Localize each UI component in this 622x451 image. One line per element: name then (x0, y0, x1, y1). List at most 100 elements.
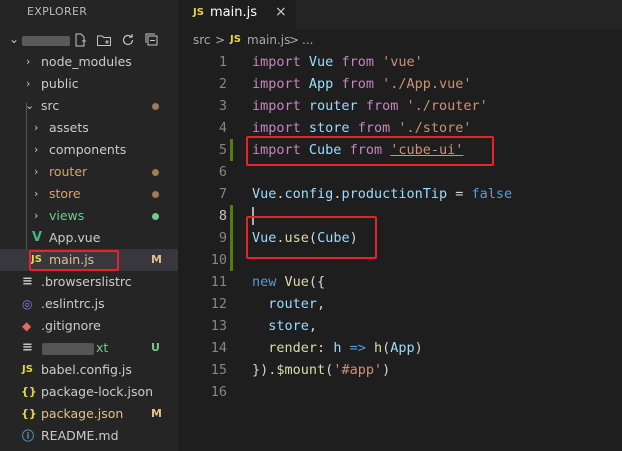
tree-item-readme[interactable]: ⓘ README.md (0, 425, 178, 447)
code-token: import (252, 120, 301, 136)
code-text: }).$mount('#app') (252, 359, 390, 381)
tab-label: main.js (210, 5, 257, 20)
code-line[interactable]: 16 (178, 381, 622, 403)
code-token: false (471, 186, 513, 202)
tree-item-label: xt (96, 340, 109, 355)
code-token: from (341, 54, 374, 70)
tree-item-label: assets (49, 120, 89, 135)
tree-item-package-lock[interactable]: {} package-lock.json (0, 381, 178, 403)
tree-item-redacted-text-file[interactable]: ≡ xt U (0, 337, 178, 359)
breadcrumb-more[interactable]: ... (302, 33, 313, 47)
list-file-icon: ≡ (22, 274, 33, 289)
js-file-icon: JS (22, 364, 33, 375)
code-line[interactable]: 13 store, (178, 315, 622, 337)
code-text: import App from './App.vue' (252, 73, 472, 95)
tree-item-label: components (49, 142, 127, 157)
code-line[interactable]: 10 (178, 249, 622, 271)
tree-item-package-json[interactable]: {} package.json M (0, 403, 178, 425)
line-number: 3 (218, 98, 227, 114)
code-token: render (268, 340, 318, 356)
code-line[interactable]: 3 import router from './router' (178, 95, 622, 117)
explorer-sidebar: EXPLORER ⌄ › node_modules › public ⌄ src… (0, 0, 178, 451)
code-token: ) (382, 362, 391, 378)
collapse-all-icon[interactable] (144, 32, 160, 48)
line-number: 12 (210, 296, 227, 312)
chevron-down-icon[interactable]: ⌄ (9, 32, 19, 46)
code-token: './App.vue' (382, 76, 472, 92)
code-token: => (349, 340, 366, 356)
breadcrumb-file[interactable]: main.js (247, 33, 290, 47)
code-line[interactable]: 8 (178, 205, 622, 227)
highlight-box-vue-use (246, 216, 377, 259)
tree-item-store[interactable]: › store (0, 183, 178, 205)
tree-item-router[interactable]: › router (0, 161, 178, 183)
code-text: new Vue({ (252, 271, 325, 293)
json-file-icon: {} (21, 407, 37, 420)
untracked-badge: U (151, 341, 160, 354)
chevron-right-icon: › (34, 121, 39, 134)
code-token: from (365, 98, 399, 114)
line-number: 16 (210, 384, 227, 400)
line-number: 13 (210, 318, 227, 334)
git-modified-gutter-marker (230, 227, 233, 249)
tree-item-label: .browserslistrc (41, 274, 132, 289)
code-token: config (284, 186, 334, 202)
tree-item-views[interactable]: › views (0, 205, 178, 227)
code-line[interactable]: 2 import App from './App.vue' (178, 73, 622, 95)
close-icon[interactable]: × (275, 4, 287, 20)
tree-item-gitignore[interactable]: ◆ .gitignore (0, 315, 178, 337)
code-line[interactable]: 1 import Vue from 'vue' (178, 51, 622, 73)
project-header[interactable]: ⌄ (0, 31, 178, 51)
tree-item-components[interactable]: › components (0, 139, 178, 161)
code-line[interactable]: 14 render: h => h(App) (178, 337, 622, 359)
new-file-icon[interactable] (72, 32, 88, 48)
tab-main-js[interactable]: JS main.js × (178, 0, 296, 29)
tree-item-label: store (49, 186, 81, 201)
breadcrumb: src > JS main.js > ... (178, 31, 622, 51)
breadcrumb-folder[interactable]: src (193, 33, 211, 47)
code-token: new (252, 274, 277, 290)
highlight-box-main-js (29, 250, 119, 271)
code-line[interactable]: 11 new Vue({ (178, 271, 622, 293)
code-line[interactable]: 12 router, (178, 293, 622, 315)
tree-item-src[interactable]: ⌄ src (0, 95, 178, 117)
code-token: import (252, 76, 301, 92)
tree-item-assets[interactable]: › assets (0, 117, 178, 139)
tree-item-babel-config[interactable]: JS babel.config.js (0, 359, 178, 381)
redacted-filename (42, 343, 94, 355)
chevron-right-icon: › (34, 143, 39, 156)
chevron-right-icon: > (215, 33, 226, 47)
code-token: 'vue' (382, 54, 423, 70)
info-file-icon: ⓘ (22, 429, 35, 443)
line-number: 5 (218, 142, 227, 158)
code-line[interactable]: 15}).$mount('#app') (178, 359, 622, 381)
code-text: import Vue from 'vue' (252, 51, 423, 73)
tree-item-browserslistrc[interactable]: ≡ .browserslistrc (0, 271, 178, 293)
code-editor[interactable]: 1 import Vue from 'vue' 2 import App from '… (178, 51, 622, 403)
untracked-dot-icon (152, 213, 159, 220)
code-token: $mount (276, 362, 326, 378)
tree-item-eslintrc[interactable]: ◎ .eslintrc.js (0, 293, 178, 315)
new-folder-icon[interactable] (96, 32, 112, 48)
code-text: render: h => h(App) (252, 337, 423, 359)
code-token: = (447, 186, 472, 202)
tree-item-node-modules[interactable]: › node_modules (0, 51, 178, 73)
js-file-icon: JS (230, 34, 241, 45)
tree-item-label: public (41, 76, 79, 91)
code-token: ({ (308, 274, 326, 290)
code-text: import router from './router' (252, 95, 488, 117)
refresh-icon[interactable] (120, 32, 136, 48)
code-line[interactable]: 7 Vue.config.productionTip = false (178, 183, 622, 205)
modified-dot-icon (152, 103, 159, 110)
code-line[interactable]: 9 Vue.use(Cube) (178, 227, 622, 249)
code-token: Vue (284, 274, 309, 290)
code-token: import (252, 54, 301, 70)
tree-item-public[interactable]: › public (0, 73, 178, 95)
tree-item-label: router (49, 164, 88, 179)
tree-item-app-vue[interactable]: V App.vue (0, 227, 178, 249)
